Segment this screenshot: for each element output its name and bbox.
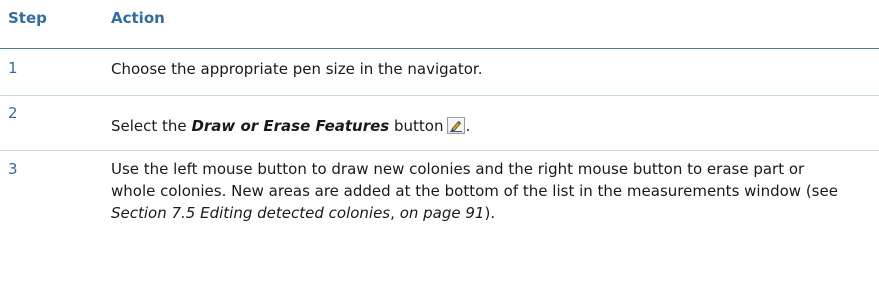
step-text-after: button <box>389 117 444 135</box>
step-text: Choose the appropriate pen size in the n… <box>111 60 483 78</box>
step-number: 2 <box>8 104 18 122</box>
button-name-emphasis: Draw or Erase Features <box>191 117 390 135</box>
draw-erase-pen-icon[interactable] <box>447 117 466 134</box>
page-reference-link[interactable]: on page 91 <box>400 204 485 222</box>
step-trailing-period: . <box>465 117 471 135</box>
header-action-label: Action <box>111 9 165 27</box>
table-header: Step Action <box>0 0 879 49</box>
procedure-table: Step Action 1 Choose the appropriate pen… <box>0 0 879 222</box>
header-step-label: Step <box>8 9 47 27</box>
step-action-text: Select the Draw or Erase Features button… <box>111 115 851 137</box>
step-text-before: Select the <box>111 117 192 135</box>
step-text-before: Use the left mouse button to draw new co… <box>111 160 838 200</box>
step-action-text: Use the left mouse button to draw new co… <box>111 158 851 224</box>
table-row: 3 Use the left mouse button to draw new … <box>0 151 879 306</box>
step-number: 1 <box>8 59 18 77</box>
section-reference-link[interactable]: Section 7.5 Editing detected colonies <box>111 204 390 222</box>
step-action-text: Choose the appropriate pen size in the n… <box>111 58 851 80</box>
table-row: 1 Choose the appropriate pen size in the… <box>0 49 879 95</box>
step-text-after: ). <box>484 204 496 222</box>
table-row: 2 Select the Draw or Erase Features butt… <box>0 96 879 150</box>
step-number: 3 <box>8 160 18 178</box>
step-text-mid: , <box>390 204 400 222</box>
